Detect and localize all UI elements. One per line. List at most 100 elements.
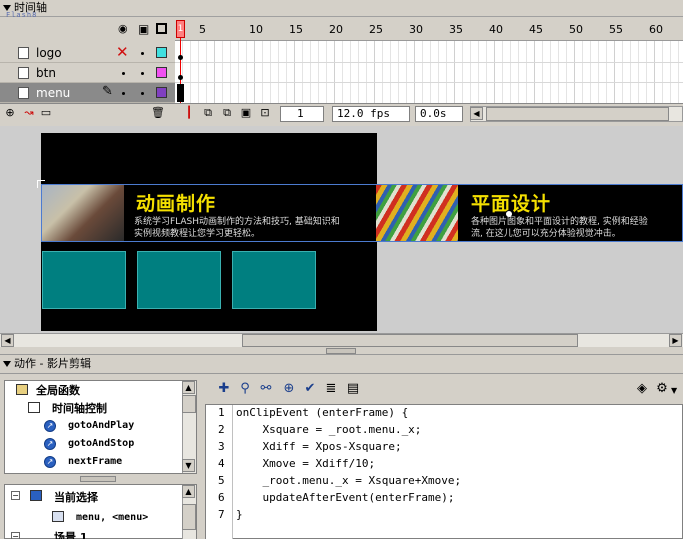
tree-item-global-functions[interactable]: 全局函数 xyxy=(36,382,80,398)
current-frame-field[interactable]: 1 xyxy=(280,106,324,122)
collapse-triangle-icon[interactable] xyxy=(3,361,11,367)
add-statement-icon[interactable]: ✚ xyxy=(216,381,232,397)
line-number: 4 xyxy=(218,457,225,470)
layer-color-swatch[interactable] xyxy=(156,47,167,58)
code-line[interactable]: Xdiff = Xpos-Xsquare; xyxy=(236,440,401,453)
tree-item-timeline-control[interactable]: 时间轴控制 xyxy=(52,400,107,416)
pencils-photo xyxy=(376,185,458,241)
chevron-down-icon[interactable]: ▼ xyxy=(671,386,677,395)
frame-grid-major xyxy=(175,41,683,103)
scroll-left-arrow-icon[interactable]: ◀ xyxy=(1,334,14,347)
playhead[interactable]: 1 xyxy=(176,20,185,38)
tree-item-gotoandstop[interactable]: gotoAndStop xyxy=(68,438,134,449)
scroll-up-arrow-icon[interactable]: ▲ xyxy=(182,381,195,394)
layer-logo[interactable]: logo ✕ xyxy=(0,43,175,63)
toolbox-scroll-thumb[interactable] xyxy=(182,395,196,413)
hidden-x-icon[interactable]: ✕ xyxy=(116,43,129,61)
current-selection-header[interactable]: 当前选择 xyxy=(54,489,98,505)
layer-color-swatch[interactable] xyxy=(156,87,167,98)
line-number: 5 xyxy=(218,474,225,487)
add-layer-icon[interactable]: ⊕ xyxy=(3,106,17,120)
visibility-dot[interactable] xyxy=(122,92,125,95)
onion-outline-icon[interactable]: ⧉ xyxy=(220,106,234,120)
navigator-scroll-thumb[interactable] xyxy=(182,504,196,530)
book-icon xyxy=(28,402,40,413)
layer-color-swatch[interactable] xyxy=(156,67,167,78)
trash-icon[interactable]: 🗑 xyxy=(151,106,165,120)
action-circle-icon: ↗ xyxy=(44,438,56,450)
auto-format-icon[interactable]: ≣ xyxy=(323,381,339,397)
show-code-hint-icon[interactable]: ▤ xyxy=(345,381,361,397)
keyframe[interactable] xyxy=(178,55,183,60)
debug-options-icon[interactable]: ⚙ xyxy=(654,381,670,397)
replace-icon[interactable]: ⚯ xyxy=(258,381,274,397)
people-photo xyxy=(42,185,124,241)
code-line[interactable]: onClipEvent (enterFrame) { xyxy=(236,406,408,419)
line-number: 6 xyxy=(218,491,225,504)
action-circle-icon: ↗ xyxy=(44,420,56,432)
toolbox-splitter-grip[interactable] xyxy=(80,476,116,482)
add-folder-icon[interactable]: ▭ xyxy=(39,106,53,120)
eye-icon[interactable]: ◉ xyxy=(118,22,128,35)
lock-dot[interactable] xyxy=(141,52,144,55)
scroll-down-arrow-icon[interactable]: ▼ xyxy=(182,459,195,472)
banner-desc-animation-2: 实例视频教程让您学习更轻松。 xyxy=(134,229,261,239)
banner-desc-design-1: 各种图片图象和平面设计的教程, 实例和经验 xyxy=(471,217,648,227)
selection-icon xyxy=(30,490,42,501)
tree-item-gotoandplay[interactable]: gotoAndPlay xyxy=(68,420,134,431)
row-divider xyxy=(175,82,683,83)
code-line[interactable]: Xsquare = _root.menu._x; xyxy=(236,423,421,436)
layer-menu[interactable]: menu ✎ xyxy=(0,83,175,103)
teal-button-3[interactable] xyxy=(232,251,316,309)
teal-button-1[interactable] xyxy=(42,251,126,309)
line-number: 3 xyxy=(218,440,225,453)
collapse-box-icon[interactable]: − xyxy=(11,532,20,539)
code-line[interactable]: _root.menu._x = Xsquare+Xmove; xyxy=(236,474,461,487)
lock-dot[interactable] xyxy=(141,92,144,95)
scroll-left-arrow-icon[interactable]: ◀ xyxy=(470,107,483,120)
scroll-right-arrow-icon[interactable]: ▶ xyxy=(669,334,682,347)
add-guide-icon[interactable]: ↝ xyxy=(22,106,36,120)
scroll-up-arrow-icon[interactable]: ▲ xyxy=(182,485,195,498)
lock-icon[interactable]: ▣ xyxy=(138,22,149,36)
code-line[interactable]: updateAfterEvent(enterFrame); xyxy=(236,491,454,504)
frame-ruler[interactable]: 5 10 15 20 25 30 35 40 45 50 55 60 xyxy=(175,17,683,41)
layer-page-icon xyxy=(18,87,29,99)
code-line[interactable]: } xyxy=(236,508,243,521)
layer-page-icon xyxy=(18,67,29,79)
collapse-box-icon[interactable]: − xyxy=(11,491,20,500)
onion-markers-icon[interactable]: ⊡ xyxy=(258,106,272,120)
fps-field[interactable]: 12.0 fps xyxy=(332,106,410,122)
layer-btn[interactable]: btn xyxy=(0,63,175,83)
check-syntax-icon[interactable]: ✔ xyxy=(302,381,318,397)
movieclip-icon xyxy=(52,511,64,522)
splitter-grip[interactable] xyxy=(326,348,356,354)
center-frame-icon[interactable]: ┃ xyxy=(182,106,196,120)
target-path-icon[interactable]: ⊕ xyxy=(281,381,297,397)
tree-item-nextframe[interactable]: nextFrame xyxy=(68,456,122,467)
folder-icon xyxy=(16,384,28,395)
teal-button-2[interactable] xyxy=(137,251,221,309)
time-field[interactable]: 0.0s xyxy=(415,106,463,122)
tree-item-scene[interactable]: 场景 1 xyxy=(54,529,87,539)
selection-item-menu[interactable]: menu, <menu> xyxy=(76,512,148,523)
action-circle-icon: ↗ xyxy=(44,456,56,468)
layer-page-icon xyxy=(18,47,29,59)
timeline-panel-title[interactable]: 时间轴 xyxy=(0,0,683,17)
line-number: 1 xyxy=(218,406,225,419)
stage-scroll-thumb[interactable] xyxy=(242,334,578,347)
banner-desc-design-2: 流, 在这儿您可以充分体验视觉冲击。 xyxy=(471,229,621,239)
keyframe[interactable] xyxy=(178,75,183,80)
visibility-dot[interactable] xyxy=(122,72,125,75)
keyframe-selected[interactable] xyxy=(177,84,184,102)
code-line[interactable]: Xmove = Xdiff/10; xyxy=(236,457,375,470)
timeline-scroll-thumb[interactable] xyxy=(486,107,669,121)
edit-multiple-icon[interactable]: ▣ xyxy=(239,106,253,120)
pencil-icon: ✎ xyxy=(102,84,113,99)
find-icon[interactable]: ⚲ xyxy=(237,381,253,397)
actions-panel-title[interactable]: 动作 - 影片剪辑 xyxy=(0,355,683,374)
onion-skin-icon[interactable]: ⧉ xyxy=(201,106,215,120)
lock-dot[interactable] xyxy=(141,72,144,75)
reference-icon[interactable]: ◈ xyxy=(634,381,650,397)
outline-icon[interactable] xyxy=(156,23,167,34)
